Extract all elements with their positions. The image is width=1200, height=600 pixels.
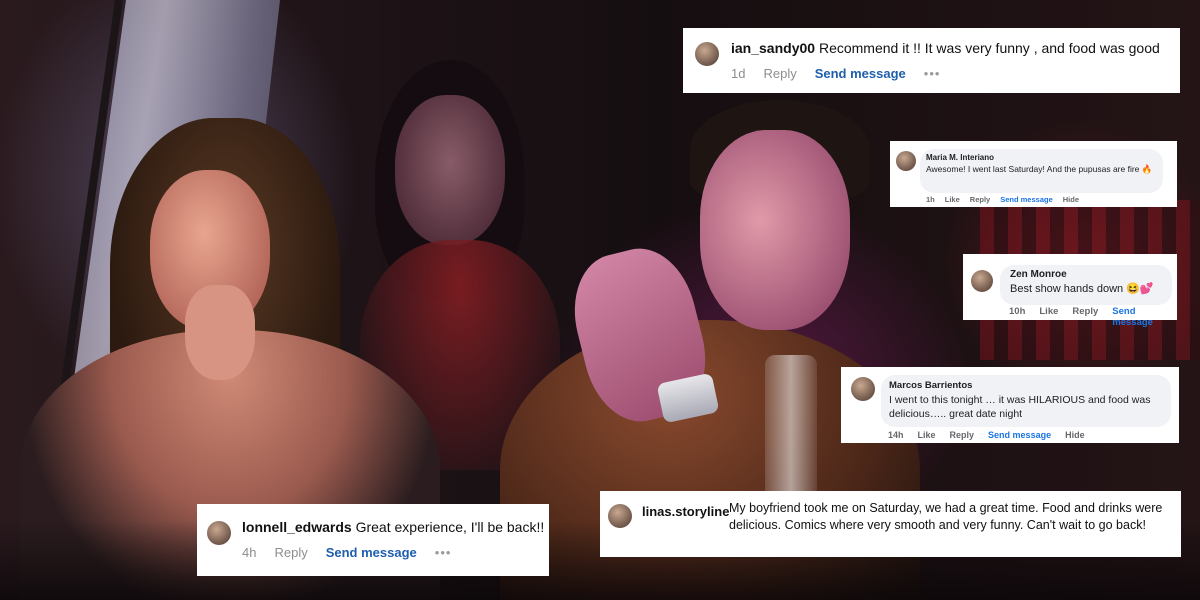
comment-card-maria: Maria M. Interiano Awesome! I went last …: [890, 141, 1177, 207]
comment-time: 14h: [888, 430, 904, 440]
comment-card-marcos: Marcos Barrientos I went to this tonight…: [841, 367, 1179, 443]
avatar[interactable]: [971, 270, 993, 292]
hide-button[interactable]: Hide: [1065, 430, 1085, 440]
comment-text: My boyfriend took me on Saturday, we had…: [729, 501, 1163, 532]
reply-button[interactable]: Reply: [763, 66, 796, 81]
reply-button[interactable]: Reply: [274, 545, 307, 560]
send-message-button[interactable]: Send message: [815, 66, 906, 81]
reply-button[interactable]: Reply: [970, 195, 990, 204]
comment-meta: 14h Like Reply Send message Hide: [888, 430, 1099, 440]
like-button[interactable]: Like: [945, 195, 960, 204]
comment-text: Awesome! I went last Saturday! And the p…: [926, 164, 1153, 174]
comment-line: ian_sandy00 Recommend it !! It was very …: [731, 40, 1160, 56]
comment-bubble: Maria M. Interiano Awesome! I went last …: [920, 149, 1163, 193]
comment-bubble: Marcos Barrientos I went to this tonight…: [881, 375, 1171, 427]
man-face: [700, 130, 850, 330]
comment-bubble: Zen Monroe Best show hands down 😆💕: [1000, 265, 1172, 305]
drinking-glass: [765, 355, 817, 505]
avatar[interactable]: [608, 504, 632, 528]
comment-author[interactable]: Zen Monroe: [1010, 269, 1162, 280]
comment-line: lonnell_edwards Great experience, I'll b…: [242, 519, 544, 535]
comment-text: Best show hands down 😆💕: [1010, 283, 1154, 295]
comment-time: 1d: [731, 66, 746, 81]
comment-meta: 1d Reply Send message •••: [731, 66, 958, 81]
comment-meta: 4h Reply Send message •••: [242, 545, 469, 560]
avatar[interactable]: [896, 151, 916, 171]
comment-author[interactable]: Marcos Barrientos: [889, 380, 1163, 391]
comment-card-lonnell: lonnell_edwards Great experience, I'll b…: [197, 504, 549, 576]
comment-card-linas: linas.storyline My boyfriend took me on …: [600, 491, 1181, 557]
comment-card-zen: Zen Monroe Best show hands down 😆💕 10h L…: [963, 254, 1177, 328]
comment-username[interactable]: lonnell_edwards: [242, 519, 352, 535]
reply-button[interactable]: Reply: [950, 430, 975, 440]
more-options-icon[interactable]: •••: [435, 545, 452, 560]
comment-text: I went to this tonight … it was HILARIOU…: [889, 394, 1151, 420]
comment-username[interactable]: ian_sandy00: [731, 40, 815, 56]
comment-text: Great experience, I'll be back!!: [355, 519, 545, 535]
comment-text: Recommend it !! It was very funny , and …: [818, 40, 1160, 56]
more-options-icon[interactable]: •••: [924, 66, 941, 81]
laughing-woman-hand: [185, 285, 255, 380]
comment-card-ian: ian_sandy00 Recommend it !! It was very …: [683, 28, 1180, 93]
send-message-button[interactable]: Send message: [1112, 306, 1163, 328]
send-message-button[interactable]: Send message: [1000, 195, 1053, 204]
avatar[interactable]: [695, 42, 719, 66]
send-message-button[interactable]: Send message: [988, 430, 1051, 440]
comment-time: 4h: [242, 545, 257, 560]
comment-time: 10h: [1009, 306, 1026, 317]
comment-time: 1h: [926, 195, 935, 204]
like-button[interactable]: Like: [1039, 306, 1058, 328]
avatar[interactable]: [851, 377, 875, 401]
like-button[interactable]: Like: [918, 430, 936, 440]
background-woman-face: [395, 95, 505, 245]
comment-meta: 1h Like Reply Send message Hide: [926, 195, 1089, 204]
comment-author[interactable]: Maria M. Interiano: [926, 153, 1157, 162]
comment-username[interactable]: linas.storyline: [642, 504, 729, 519]
reply-button[interactable]: Reply: [1072, 306, 1098, 328]
comment-meta: 10h Like Reply Send message: [1009, 306, 1177, 328]
send-message-button[interactable]: Send message: [326, 545, 417, 560]
avatar[interactable]: [207, 521, 231, 545]
hide-button[interactable]: Hide: [1063, 195, 1079, 204]
